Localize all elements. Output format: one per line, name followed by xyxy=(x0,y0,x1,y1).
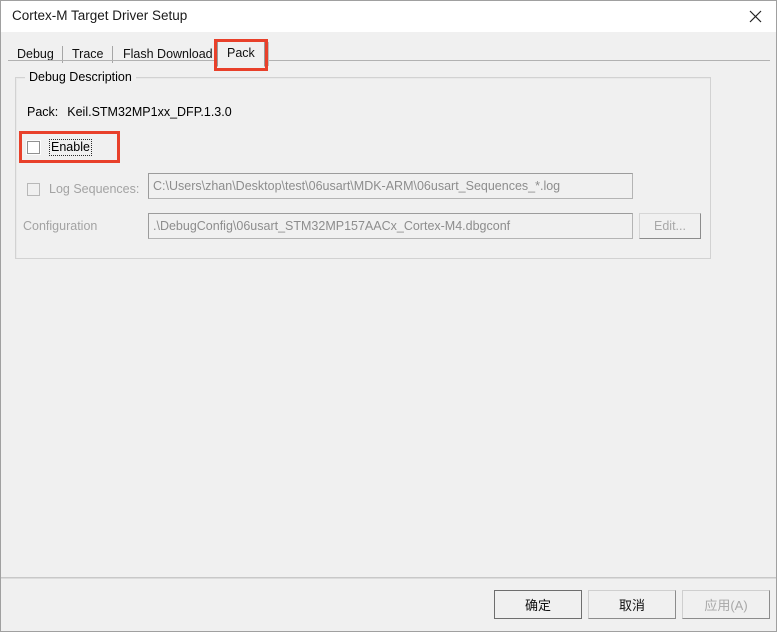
enable-row[interactable]: Enable xyxy=(27,138,92,156)
close-icon xyxy=(749,10,762,23)
dialog-title: Cortex-M Target Driver Setup xyxy=(12,8,188,23)
tab-strip-underline xyxy=(8,60,770,61)
dialog-window: Cortex-M Target Driver Setup Debug Trace… xyxy=(0,0,777,632)
log-sequences-checkbox xyxy=(27,182,40,196)
log-sequences-label: Log Sequences: xyxy=(49,182,140,196)
ok-button[interactable]: 确定 xyxy=(494,590,582,619)
tab-trace[interactable]: Trace xyxy=(63,43,113,65)
footer-separator xyxy=(1,577,776,579)
configuration-input: .\DebugConfig\06usart_STM32MP157AACx_Cor… xyxy=(148,213,633,239)
dialog-client-area: Debug Trace Flash Download Pack Debug De… xyxy=(1,32,776,631)
pack-row: Pack: Keil.STM32MP1xx_DFP.1.3.0 xyxy=(27,105,232,119)
tab-debug[interactable]: Debug xyxy=(8,43,63,65)
debug-description-legend: Debug Description xyxy=(25,70,136,84)
title-bar: Cortex-M Target Driver Setup xyxy=(1,1,776,33)
enable-checkbox[interactable] xyxy=(27,140,40,154)
close-button[interactable] xyxy=(732,1,776,31)
pack-value: Keil.STM32MP1xx_DFP.1.3.0 xyxy=(67,105,232,119)
edit-configuration-button: Edit... xyxy=(639,213,701,239)
pack-label: Pack: xyxy=(27,105,59,119)
enable-label[interactable]: Enable xyxy=(49,138,92,156)
log-sequences-input: C:\Users\zhan\Desktop\test\06usart\MDK-A… xyxy=(148,173,633,199)
tab-flash-download[interactable]: Flash Download xyxy=(114,43,222,65)
configuration-label: Configuration xyxy=(23,219,98,233)
cancel-button[interactable]: 取消 xyxy=(588,590,676,619)
apply-button: 应用(A) xyxy=(682,590,770,619)
tab-pack[interactable]: Pack xyxy=(217,40,269,67)
log-sequences-row: Log Sequences: xyxy=(27,179,139,199)
